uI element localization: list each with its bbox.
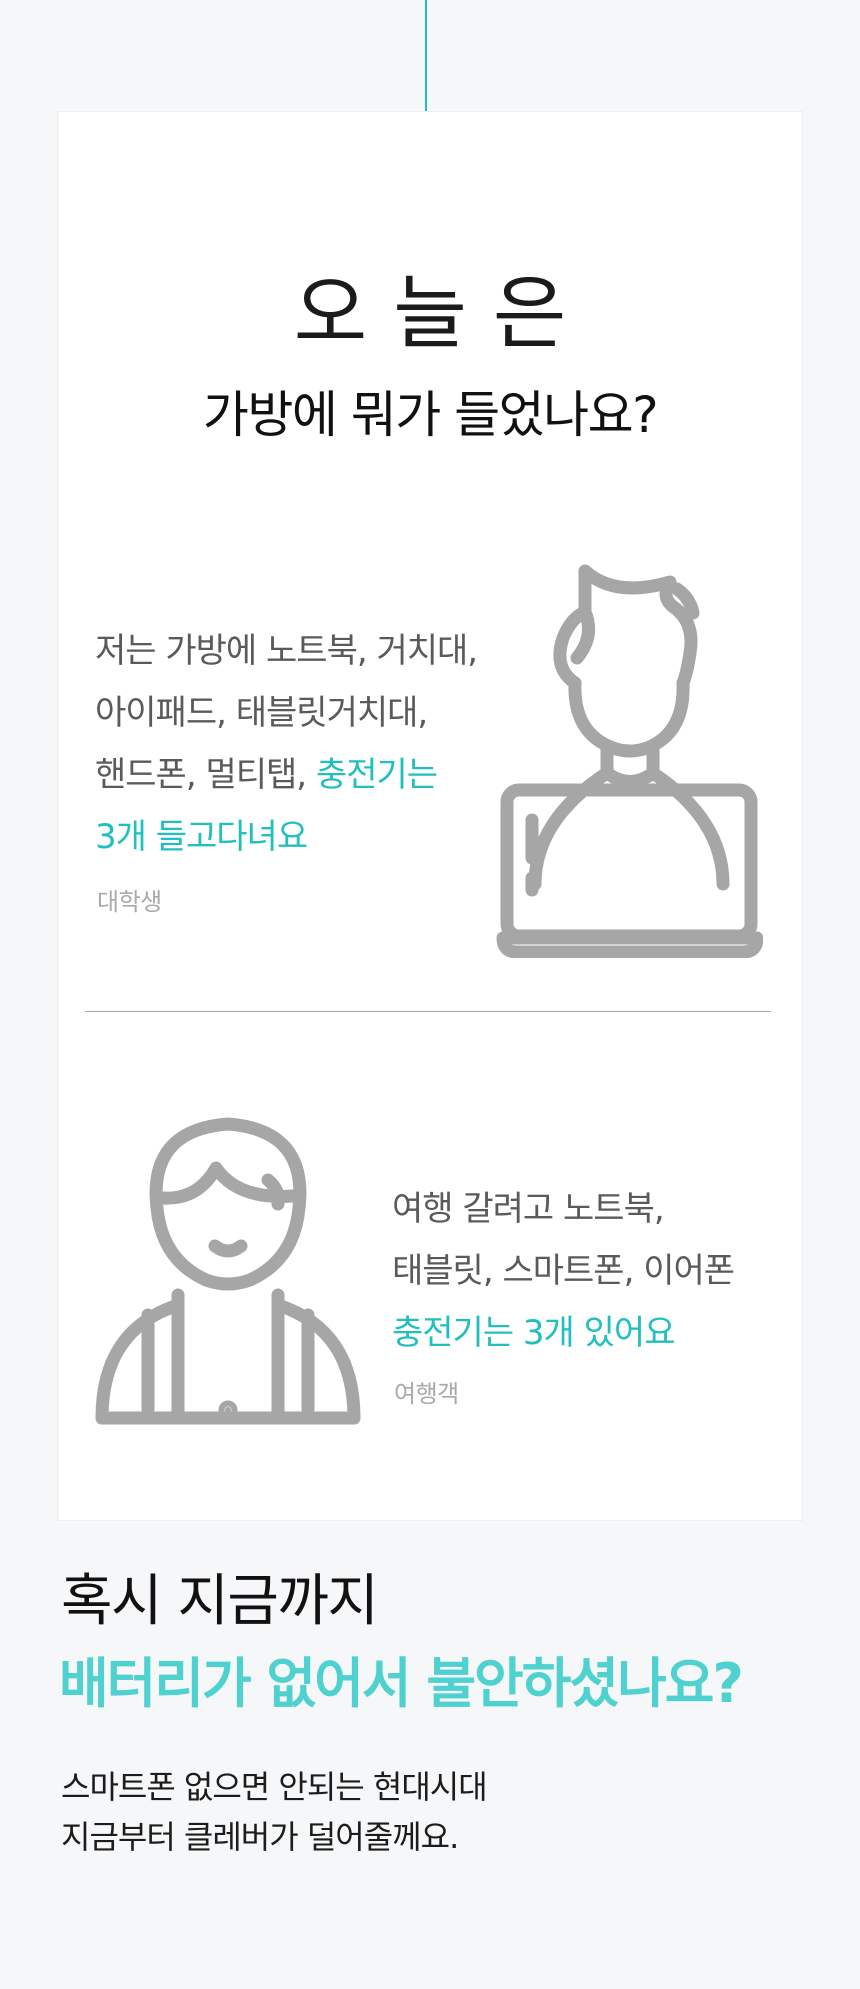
laptop-user-icon — [496, 564, 763, 958]
title-main: 가방에 뭐가 들었나요? — [202, 386, 659, 444]
quote-line: 아이패드, 태블릿거치대, — [95, 693, 428, 733]
quote-highlight: 충전기는 3개 있어요 — [392, 1313, 676, 1353]
testimonial-1-quote: 저는 가방에 노트북, 거치대, 아이패드, 태블릿거치대, 핸드폰, 멀티탭,… — [95, 620, 495, 868]
quote-highlight: 3개 들고다녀요 — [95, 817, 308, 857]
backpacker-icon — [95, 1117, 361, 1425]
bottom-description: 스마트폰 없으면 안되는 현대시대 지금부터 클레버가 덜어줄께요. — [61, 1762, 488, 1862]
description-line: 지금부터 클레버가 덜어줄께요. — [61, 1818, 459, 1856]
bottom-heading-highlight: 배터리가 없어서 불안하셨나요? — [59, 1652, 744, 1715]
section-divider — [85, 1011, 771, 1012]
quote-line: 핸드폰, 멀티탭, — [95, 755, 316, 795]
quote-line: 여행 갈려고 노트북, — [392, 1189, 665, 1229]
bottom-heading: 혹시 지금까지 — [61, 1569, 379, 1634]
quote-line: 저는 가방에 노트북, 거치대, — [95, 631, 478, 671]
quote-highlight: 충전기는 — [315, 755, 438, 795]
description-line: 스마트폰 없으면 안되는 현대시대 — [61, 1768, 488, 1806]
quote-line: 태블릿, 스마트폰, 이어폰 — [392, 1251, 735, 1291]
testimonial-2-author: 여행객 — [394, 1380, 459, 1408]
testimonial-1-author: 대학생 — [97, 888, 162, 916]
title-top: 오늘은 — [293, 267, 593, 360]
testimonial-card: 오늘은 가방에 뭐가 들었나요? 저는 가방에 노트북, 거치대, 아이패드, … — [57, 111, 803, 1521]
testimonial-2-quote: 여행 갈려고 노트북, 태블릿, 스마트폰, 이어폰 충전기는 3개 있어요 — [392, 1178, 792, 1364]
